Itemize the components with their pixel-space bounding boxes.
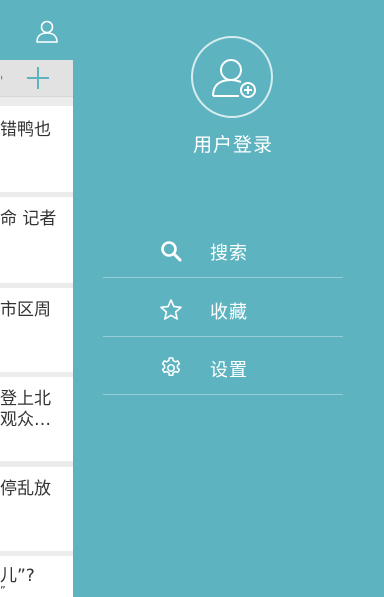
menu-item-label: 设置 xyxy=(210,360,248,381)
menu-item-label: 搜索 xyxy=(210,243,248,264)
news-card[interactable]: 儿”? ” xyxy=(0,556,73,597)
menu-divider xyxy=(103,336,343,337)
news-card-line: 观众… xyxy=(0,410,51,430)
underlay-tick: ' xyxy=(0,74,4,88)
news-card[interactable]: 登上北 观众… xyxy=(0,377,73,461)
search-icon xyxy=(159,239,183,263)
news-card[interactable]: 停乱放 xyxy=(0,467,73,551)
news-card[interactable]: 市区周 xyxy=(0,288,73,372)
news-card[interactable]: 命 记者 xyxy=(0,197,73,283)
user-icon[interactable] xyxy=(34,18,60,44)
user-login-link[interactable]: 用户登录 xyxy=(133,130,333,157)
login-avatar[interactable] xyxy=(191,36,273,118)
news-card-line: 儿”? xyxy=(0,566,35,586)
menu-item-search[interactable]: 搜索 xyxy=(103,223,343,281)
gear-icon xyxy=(159,356,183,380)
menu-item-favorites[interactable]: 收藏 xyxy=(103,282,343,340)
menu-divider xyxy=(103,277,343,278)
news-card-line: 错鸭也 xyxy=(0,120,51,140)
news-card-line: 命 记者 xyxy=(0,209,57,229)
background-news-list: ' 错鸭也 命 记者 市区周 登上北 观众… 停乱放 儿”? ” xyxy=(0,0,73,597)
underlay-toolbar: ' xyxy=(0,60,73,97)
add-icon[interactable] xyxy=(24,64,52,92)
underlay-header xyxy=(0,0,73,60)
news-card[interactable]: 错鸭也 xyxy=(0,106,73,192)
menu-item-label: 收藏 xyxy=(210,302,248,323)
side-drawer: 用户登录 搜索 收藏 设置 xyxy=(73,0,384,597)
star-icon xyxy=(159,298,183,322)
news-card-line: 停乱放 xyxy=(0,479,51,499)
menu-divider xyxy=(103,394,343,395)
news-card-line: 市区周 xyxy=(0,300,51,320)
news-card-line: 登上北 xyxy=(0,389,51,409)
menu-item-settings[interactable]: 设置 xyxy=(103,340,343,398)
